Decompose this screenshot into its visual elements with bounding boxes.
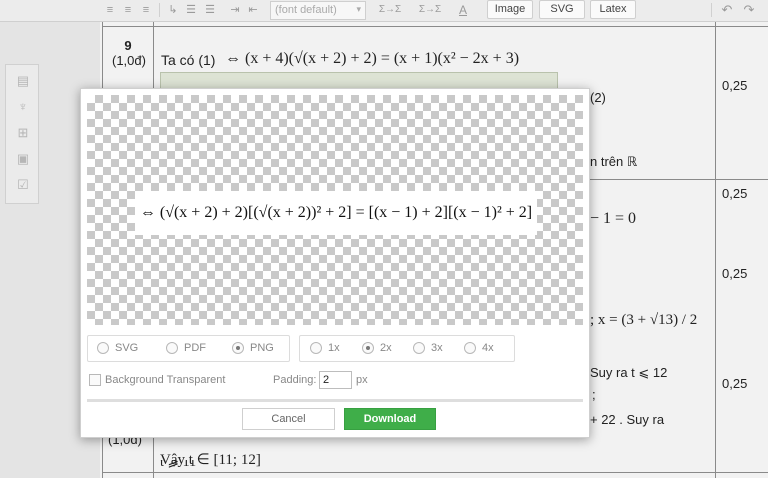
undo-icon[interactable]: ↶ — [720, 3, 734, 17]
scale-1x-label: 1x — [328, 342, 340, 354]
cancel-button[interactable]: Cancel — [242, 408, 335, 430]
tree-icon[interactable]: ♆ — [15, 99, 31, 115]
sum-convert-inline-icon[interactable]: Σ→Σ — [414, 3, 446, 17]
scale-3x-radio[interactable]: 3x — [413, 342, 443, 354]
radio-icon — [310, 342, 322, 354]
image-icon[interactable]: ▣ — [15, 151, 31, 167]
score-cell: 0,25 — [722, 376, 748, 391]
download-button[interactable]: Download — [344, 408, 436, 430]
final-line: Vậy t ∈ [11; 12] — [160, 452, 261, 468]
format-pdf-radio[interactable]: PDF — [166, 342, 206, 354]
document-icon[interactable]: ▤ — [15, 73, 31, 89]
score-cell: 0,25 — [722, 266, 748, 281]
underline-icon[interactable]: A — [456, 3, 470, 17]
font-select-value: (font default) — [275, 4, 337, 16]
scale-4x-radio[interactable]: 4x — [464, 342, 494, 354]
scale-2x-label: 2x — [380, 342, 392, 354]
formula-text: ⇔ (√(x + 2) + 2)[(√(x + 2))² + 2] = [(x … — [139, 204, 533, 221]
table-border — [715, 22, 716, 478]
suy-ra-text: Suy ra t ⩽ 12 — [590, 365, 668, 380]
toolbar-divider — [159, 3, 160, 17]
editor-toolbar: ≡ ≡ ≡ ↳ ☰ ☰ ⇥ ⇤ (font default) ▾ Σ→Σ Σ→Σ… — [0, 0, 768, 22]
toolbar-divider — [711, 3, 712, 17]
export-image-dialog: ⇔ (√(x + 2) + 2)[(√(x + 2))² + 2] = [(x … — [80, 88, 590, 438]
svg-button[interactable]: SVG — [539, 0, 585, 19]
padding-unit: px — [356, 374, 368, 386]
format-svg-label: SVG — [115, 342, 139, 354]
semicolon-text: ; — [592, 387, 596, 402]
scale-3x-label: 3x — [431, 342, 443, 354]
format-png-label: PNG — [250, 342, 274, 354]
question-number-value: 9 — [124, 38, 132, 53]
padding-input[interactable] — [319, 371, 352, 389]
image-button[interactable]: Image — [487, 0, 533, 19]
latex-button[interactable]: Latex — [590, 0, 636, 19]
equation-right-2: ; x = (3 + √13) / 2 — [590, 312, 698, 328]
format-svg-radio[interactable]: SVG — [97, 342, 138, 354]
scale-4x-label: 4x — [482, 342, 494, 354]
redo-icon[interactable]: ↷ — [742, 3, 756, 17]
line1-math: ⇔ (x + 4)(√(x + 2) + 2) = (x + 1)(x² − 2… — [225, 50, 520, 67]
side-toolbox: ▤ ♆ ⊞ ▣ ☑ — [5, 64, 39, 204]
subscript-icon[interactable]: ↳ — [166, 3, 180, 17]
table-icon[interactable]: ⊞ — [15, 125, 31, 141]
radio-icon — [97, 342, 109, 354]
radio-icon — [413, 342, 425, 354]
dialog-divider — [87, 399, 583, 402]
table-border — [102, 472, 768, 473]
radio-icon — [166, 342, 178, 354]
align-center-icon[interactable]: ≡ — [121, 3, 135, 17]
domain-text: n trên ℝ — [590, 154, 638, 169]
formula-render: ⇔ (√(x + 2) + 2)[(√(x + 2))² + 2] = [(x … — [135, 191, 537, 235]
question-number: 9 (1,0đ) — [112, 38, 146, 68]
score-cell: 0,25 — [722, 186, 748, 201]
font-select[interactable]: (font default) ▾ — [270, 1, 366, 20]
equation-label: (2) — [590, 90, 606, 105]
score-cell: 0,25 — [722, 78, 748, 93]
scale-1x-radio[interactable]: 1x — [310, 342, 340, 354]
radio-selected-icon — [362, 342, 374, 354]
align-right-icon[interactable]: ≡ — [139, 3, 153, 17]
line1-prefix: Ta có (1) — [161, 52, 216, 68]
table-border — [102, 26, 768, 27]
sum-convert-icon[interactable]: Σ→Σ — [374, 3, 406, 17]
indent-icon[interactable]: ⇥ — [228, 3, 242, 17]
padding-label: Padding: — [273, 374, 317, 386]
radio-selected-icon — [232, 342, 244, 354]
checkbox-icon[interactable]: ☑ — [15, 177, 31, 193]
list-bullet-icon[interactable]: ☰ — [203, 3, 217, 17]
question-points: (1,0đ) — [112, 53, 146, 68]
background-transparent-label: Background Transparent — [105, 374, 226, 386]
formula-preview: ⇔ (√(x + 2) + 2)[(√(x + 2))² + 2] = [(x … — [87, 95, 583, 325]
chevron-down-icon: ▾ — [356, 4, 361, 14]
format-png-radio[interactable]: PNG — [232, 342, 274, 354]
background-transparent-checkbox[interactable] — [89, 374, 101, 386]
align-left-icon[interactable]: ≡ — [103, 3, 117, 17]
scale-group: 1x 2x 3x 4x — [299, 335, 515, 362]
equation-right-1: − 1 = 0 — [590, 210, 637, 227]
scale-2x-radio[interactable]: 2x — [362, 342, 392, 354]
table-border — [590, 179, 768, 180]
radio-icon — [464, 342, 476, 354]
format-pdf-label: PDF — [184, 342, 206, 354]
outdent-icon[interactable]: ⇤ — [246, 3, 260, 17]
equation-right-3: + 22 . Suy ra — [590, 412, 665, 427]
list-ordered-icon[interactable]: ☰ — [184, 3, 198, 17]
format-group: SVG PDF PNG — [87, 335, 290, 362]
